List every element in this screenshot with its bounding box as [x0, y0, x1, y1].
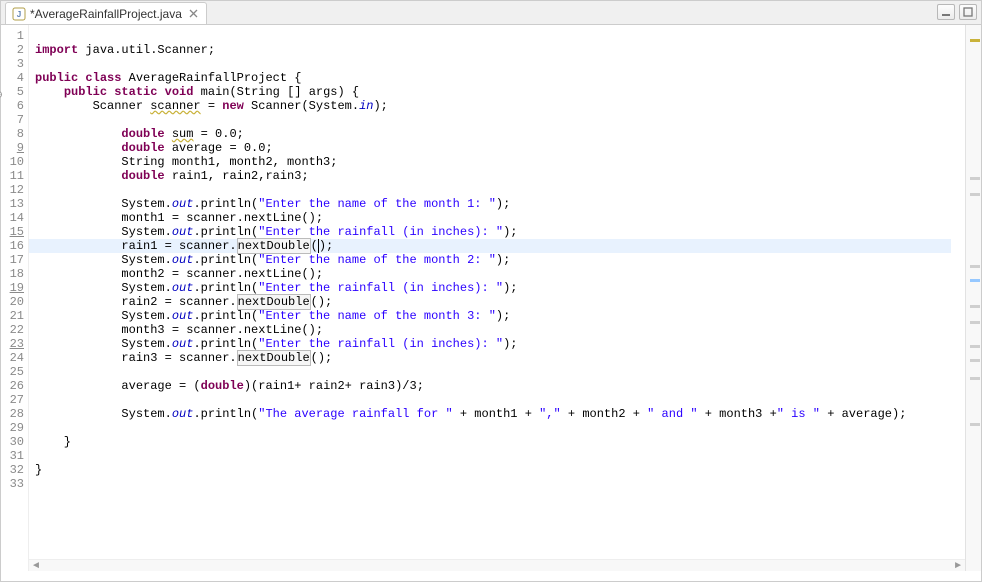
code-line[interactable]: average = (double)(rain1+ rain2+ rain3)/…: [35, 379, 965, 393]
code-line[interactable]: System.out.println("Enter the name of th…: [35, 309, 965, 323]
line-number: 10: [1, 155, 24, 169]
line-number: 25: [1, 365, 24, 379]
overview-mark[interactable]: [970, 345, 980, 348]
line-number: 17: [1, 253, 24, 267]
line-number: 26: [1, 379, 24, 393]
line-number: 33: [1, 477, 24, 491]
code-line[interactable]: double average = 0.0;: [35, 141, 965, 155]
tab-label: *AverageRainfallProject.java: [30, 7, 182, 21]
code-line[interactable]: rain2 = scanner.nextDouble();: [35, 295, 965, 309]
code-line[interactable]: System.out.println("Enter the rainfall (…: [35, 225, 965, 239]
code-line[interactable]: public class AverageRainfallProject {: [35, 71, 965, 85]
line-number: 13: [1, 197, 24, 211]
overview-mark[interactable]: [970, 377, 980, 380]
code-line[interactable]: month1 = scanner.nextLine();: [35, 211, 965, 225]
overview-mark[interactable]: [970, 305, 980, 308]
overview-mark[interactable]: [970, 423, 980, 426]
line-number: 9: [1, 141, 24, 155]
code-line[interactable]: [35, 113, 965, 127]
overview-mark[interactable]: [970, 359, 980, 362]
code-line[interactable]: [35, 421, 965, 435]
minimize-icon[interactable]: [937, 4, 955, 20]
code-line[interactable]: month3 = scanner.nextLine();: [35, 323, 965, 337]
java-file-icon: J: [12, 7, 26, 21]
line-number: 2: [1, 43, 24, 57]
fold-toggle-icon[interactable]: [0, 88, 2, 95]
code-line[interactable]: System.out.println("Enter the name of th…: [35, 253, 965, 267]
code-line[interactable]: }: [35, 435, 965, 449]
code-line[interactable]: System.out.println("Enter the rainfall (…: [35, 337, 965, 351]
line-number: 30: [1, 435, 24, 449]
code-line[interactable]: System.out.println("Enter the rainfall (…: [35, 281, 965, 295]
overview-mark[interactable]: [970, 39, 980, 42]
line-number: 1: [1, 29, 24, 43]
line-number: 5: [1, 85, 24, 99]
close-icon[interactable]: [188, 8, 200, 20]
line-number: 31: [1, 449, 24, 463]
window-controls: [937, 4, 977, 20]
line-number: 3: [1, 57, 24, 71]
line-number: 19: [1, 281, 24, 295]
vertical-scrollbar[interactable]: [965, 25, 981, 571]
overview-mark[interactable]: [970, 193, 980, 196]
code-line[interactable]: import java.util.Scanner;: [35, 43, 965, 57]
editor-content: 1234567891011121314151617181920212223242…: [1, 25, 981, 571]
line-number: 18: [1, 267, 24, 281]
code-line[interactable]: [35, 365, 965, 379]
line-number: 8: [1, 127, 24, 141]
overview-mark[interactable]: [970, 279, 980, 282]
line-number: 27: [1, 393, 24, 407]
line-number-gutter[interactable]: 1234567891011121314151617181920212223242…: [1, 25, 29, 571]
line-number: 14: [1, 211, 24, 225]
code-line[interactable]: double sum = 0.0;: [35, 127, 965, 141]
overview-mark[interactable]: [970, 265, 980, 268]
code-line[interactable]: [35, 183, 965, 197]
line-number: 29: [1, 421, 24, 435]
scroll-right-icon[interactable]: ►: [953, 560, 963, 571]
code-line[interactable]: [35, 393, 965, 407]
tab-bar: J *AverageRainfallProject.java: [1, 1, 981, 25]
line-number: 11: [1, 169, 24, 183]
code-line[interactable]: System.out.println("Enter the name of th…: [35, 197, 965, 211]
code-line[interactable]: rain1 = scanner.nextDouble();: [29, 239, 951, 253]
maximize-icon[interactable]: [959, 4, 977, 20]
line-number: 28: [1, 407, 24, 421]
line-number: 21: [1, 309, 24, 323]
code-line[interactable]: Scanner scanner = new Scanner(System.in)…: [35, 99, 965, 113]
line-number: 12: [1, 183, 24, 197]
code-line[interactable]: }: [35, 463, 965, 477]
code-line[interactable]: [35, 57, 965, 71]
code-line[interactable]: System.out.println("The average rainfall…: [35, 407, 965, 421]
line-number: 32: [1, 463, 24, 477]
line-number: 16: [1, 239, 24, 253]
code-line[interactable]: double rain1, rain2,rain3;: [35, 169, 965, 183]
line-number: 24: [1, 351, 24, 365]
horizontal-scrollbar[interactable]: ◄ ►: [29, 559, 965, 571]
code-line[interactable]: [35, 29, 965, 43]
code-area[interactable]: import java.util.Scanner; public class Av…: [29, 25, 965, 571]
code-line[interactable]: public static void main(String [] args) …: [35, 85, 965, 99]
line-number: 20: [1, 295, 24, 309]
scroll-left-icon[interactable]: ◄: [31, 560, 41, 571]
overview-mark[interactable]: [970, 177, 980, 180]
line-number: 4: [1, 71, 24, 85]
code-line[interactable]: [35, 449, 965, 463]
code-line[interactable]: String month1, month2, month3;: [35, 155, 965, 169]
code-line[interactable]: [35, 477, 965, 491]
line-number: 22: [1, 323, 24, 337]
code-line[interactable]: rain3 = scanner.nextDouble();: [35, 351, 965, 365]
line-number: 6: [1, 99, 24, 113]
line-number: 15: [1, 225, 24, 239]
svg-text:J: J: [17, 10, 21, 19]
overview-mark[interactable]: [970, 321, 980, 324]
line-number: 7: [1, 113, 24, 127]
line-number: 23: [1, 337, 24, 351]
editor-tab[interactable]: J *AverageRainfallProject.java: [5, 2, 207, 24]
code-line[interactable]: month2 = scanner.nextLine();: [35, 267, 965, 281]
